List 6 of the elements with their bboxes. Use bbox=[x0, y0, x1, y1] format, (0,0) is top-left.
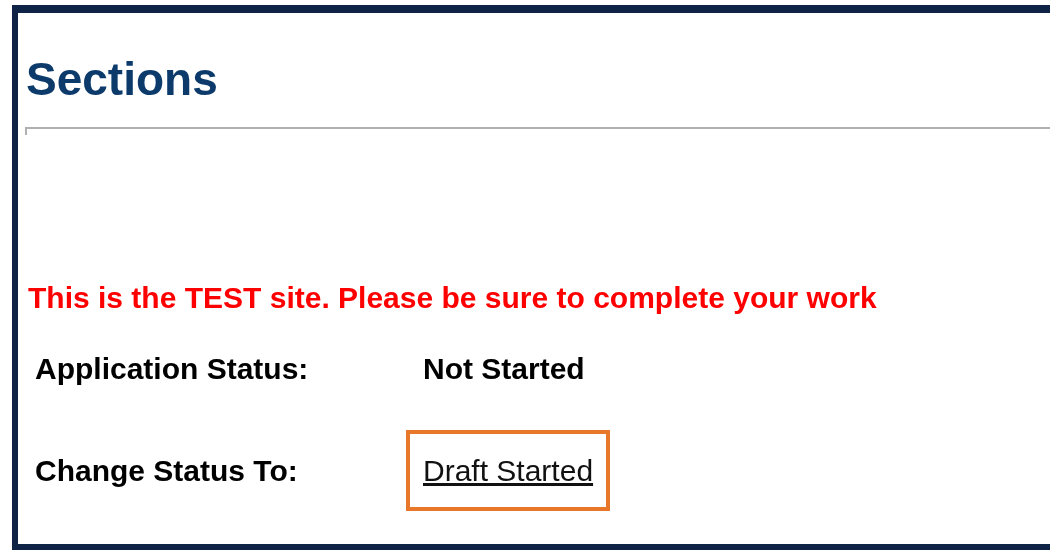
page-heading: Sections bbox=[26, 53, 218, 105]
test-site-notice: This is the TEST site. Please be sure to complete your work bbox=[28, 280, 877, 316]
field-label: Change Status To: bbox=[35, 452, 299, 489]
status-value: Not Started bbox=[423, 350, 585, 387]
field-label: Application Status: bbox=[35, 350, 310, 387]
status-link[interactable]: Draft Started bbox=[423, 453, 594, 487]
